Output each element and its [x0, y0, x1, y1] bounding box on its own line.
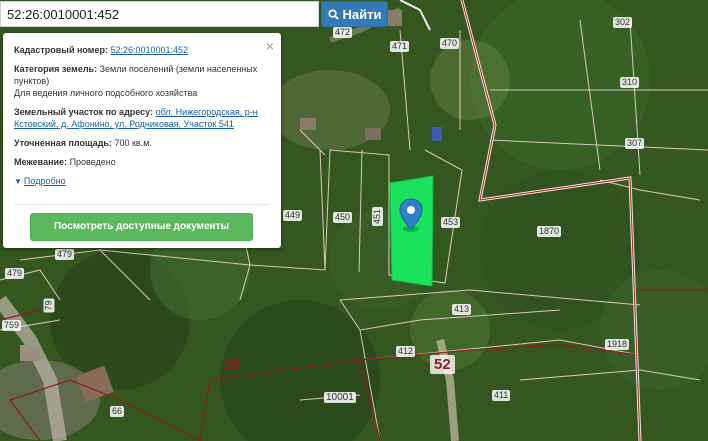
survey-label: Межевание:: [14, 157, 68, 167]
survey-row: Межевание: Проведено: [14, 156, 271, 168]
category-label: Категория земель:: [14, 64, 98, 74]
parcel-label: 302: [613, 17, 633, 28]
close-icon[interactable]: ×: [266, 39, 274, 53]
parcel-info-popup: × Кадастровый номер: 52:26:0010001:452 К…: [3, 33, 281, 248]
search-button[interactable]: Найти: [321, 1, 388, 27]
parcel-label: 471: [390, 41, 410, 52]
address-label: Земельный участок по адресу:: [14, 107, 154, 117]
parcel-label: 10001: [324, 392, 356, 403]
caret-down-icon: ▼: [14, 177, 22, 186]
area-label: Уточненная площадь:: [14, 138, 112, 148]
parcel-label: 411: [492, 390, 511, 401]
quarter-label: 26: [224, 356, 241, 373]
divider: [14, 204, 270, 205]
parcel-label: 1918: [605, 339, 630, 350]
map-pin-icon[interactable]: [399, 198, 423, 232]
parcel-label: 453: [441, 217, 461, 228]
parcel-label: 412: [396, 346, 416, 357]
more-link[interactable]: ▼ Подробно: [14, 175, 271, 188]
parcel-label: 449: [283, 210, 303, 221]
parcel-label: 479: [5, 268, 25, 279]
parcel-label: 472: [333, 27, 353, 38]
search-icon: [327, 8, 339, 20]
area-row: Уточненная площадь: 700 кв.м.: [14, 137, 271, 149]
more-label[interactable]: Подробно: [24, 176, 66, 186]
address-row: Земельный участок по адресу: обл. Нижего…: [14, 106, 271, 130]
survey-value: Проведено: [69, 157, 116, 167]
parcel-label: 66: [110, 406, 125, 417]
search-input[interactable]: [0, 1, 319, 27]
quarter-label: 52: [430, 355, 455, 374]
parcel-label: 413: [452, 304, 472, 315]
parcel-label: 307: [625, 138, 645, 149]
cadastral-label: Кадастровый номер:: [14, 45, 108, 55]
cadastral-link[interactable]: 52:26:0010001:452: [110, 45, 188, 55]
cadastral-row: Кадастровый номер: 52:26:0010001:452: [14, 44, 271, 56]
parcel-label: 759: [2, 320, 22, 331]
parcel-label: 451: [372, 206, 384, 227]
parcel-label: 479: [55, 249, 75, 260]
search-button-label: Найти: [342, 6, 382, 22]
parcel-label: 470: [440, 38, 460, 49]
parcel-label: 310: [620, 77, 640, 88]
parcel-label: 1870: [537, 226, 562, 237]
category-row: Категория земель: Земли поселений (земли…: [14, 63, 271, 99]
usage-value: Для ведения личного подсобного хозяйства: [14, 88, 198, 98]
view-documents-button[interactable]: Посмотреть доступные документы: [30, 213, 253, 241]
area-value: 700 кв.м.: [114, 138, 152, 148]
parcel-label: 79: [43, 298, 55, 313]
parcel-label: 450: [333, 212, 353, 223]
